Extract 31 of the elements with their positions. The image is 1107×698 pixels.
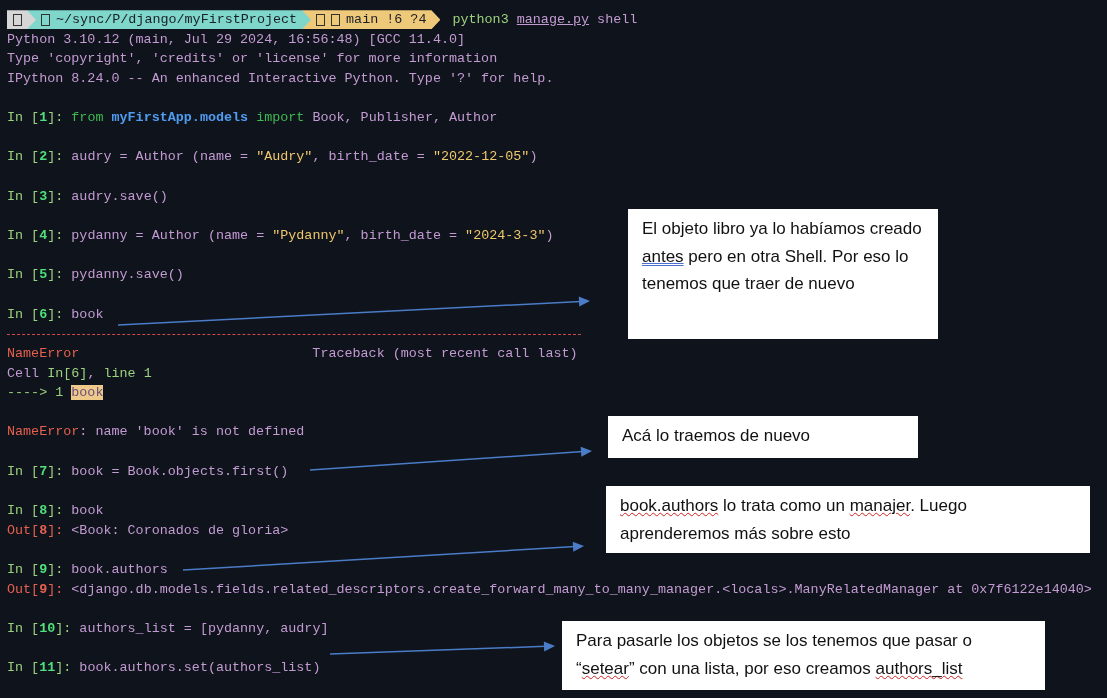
prompt-label: main !6 ?4 bbox=[346, 11, 427, 29]
input-line: In [5]: pydanny.save() bbox=[7, 266, 184, 285]
annotation-note: Acá lo traemos de nuevo bbox=[608, 416, 918, 458]
input-line: In [9]: book.authors bbox=[7, 560, 168, 579]
output-line: Python 3.10.12 (main, Jul 29 2024, 16:56:48) [GCC 11.4.0] bbox=[7, 30, 466, 49]
annotation-note: El objeto libro ya lo habíamos creado antes pero en otra Shell. Por eso lo tenemos que traer de nuevo bbox=[628, 209, 938, 339]
output-line: Out[9]: <django.db.models.fields.related_descriptors.create_forward_many_to_many_manager.<locals>.ManyRelatedManager at 0x7f6122e14040> bbox=[7, 580, 1092, 599]
missing-glyph-icon bbox=[41, 13, 50, 26]
traceback-header: NameError Traceback (most recent call last) bbox=[7, 344, 578, 363]
command-line: python3 manage.py shell bbox=[452, 11, 638, 29]
output-line: NameError: name 'book' is not defined bbox=[7, 423, 305, 442]
missing-glyph-icon bbox=[13, 13, 22, 26]
input-line: In [1]: from myFirstApp.models import Book, Publisher, Author bbox=[7, 109, 498, 128]
output-line: IPython 8.24.0 -- An enhanced Interactive Python. Type '?' for help. bbox=[7, 69, 554, 88]
output-line: Type 'copyright', 'credits' or 'license' for more information bbox=[7, 50, 498, 69]
input-line: In [7]: book = Book.objects.first() bbox=[7, 462, 289, 481]
input-line: In [4]: pydanny = Author (name = "Pydanny", birth_date = "2024-3-3") bbox=[7, 227, 554, 246]
input-line: In [10]: authors_list = [pydanny, audry] bbox=[7, 619, 329, 638]
input-line: In [3]: audry.save() bbox=[7, 187, 168, 206]
output-line: Cell In[6], line 1 bbox=[7, 364, 152, 383]
output-line: Out[8]: <Book: Coronados de gloria> bbox=[7, 521, 289, 540]
annotation-note: book.authors lo trata como un manajer. Luego aprenderemos más sobre esto bbox=[606, 486, 1090, 553]
missing-glyph-icon bbox=[331, 13, 341, 26]
output-line: ----> 1 book bbox=[7, 384, 104, 403]
input-line: In [8]: book bbox=[7, 502, 104, 520]
annotation-note: Para pasarle los objetos se los tenemos que pasar o “setear” con una lista, por eso creamos authors_list bbox=[562, 621, 1045, 690]
input-line: In [2]: audry = Author (name = "Audry", birth_date = "2022-12-05") bbox=[7, 148, 538, 167]
missing-glyph-icon bbox=[316, 13, 326, 26]
input-line: In [6]: book bbox=[7, 305, 104, 324]
input-line: In [11]: book.authors.set(authors_list) bbox=[7, 659, 321, 678]
prompt-label: ~/sync/P/django/myFirstProject bbox=[56, 11, 298, 29]
